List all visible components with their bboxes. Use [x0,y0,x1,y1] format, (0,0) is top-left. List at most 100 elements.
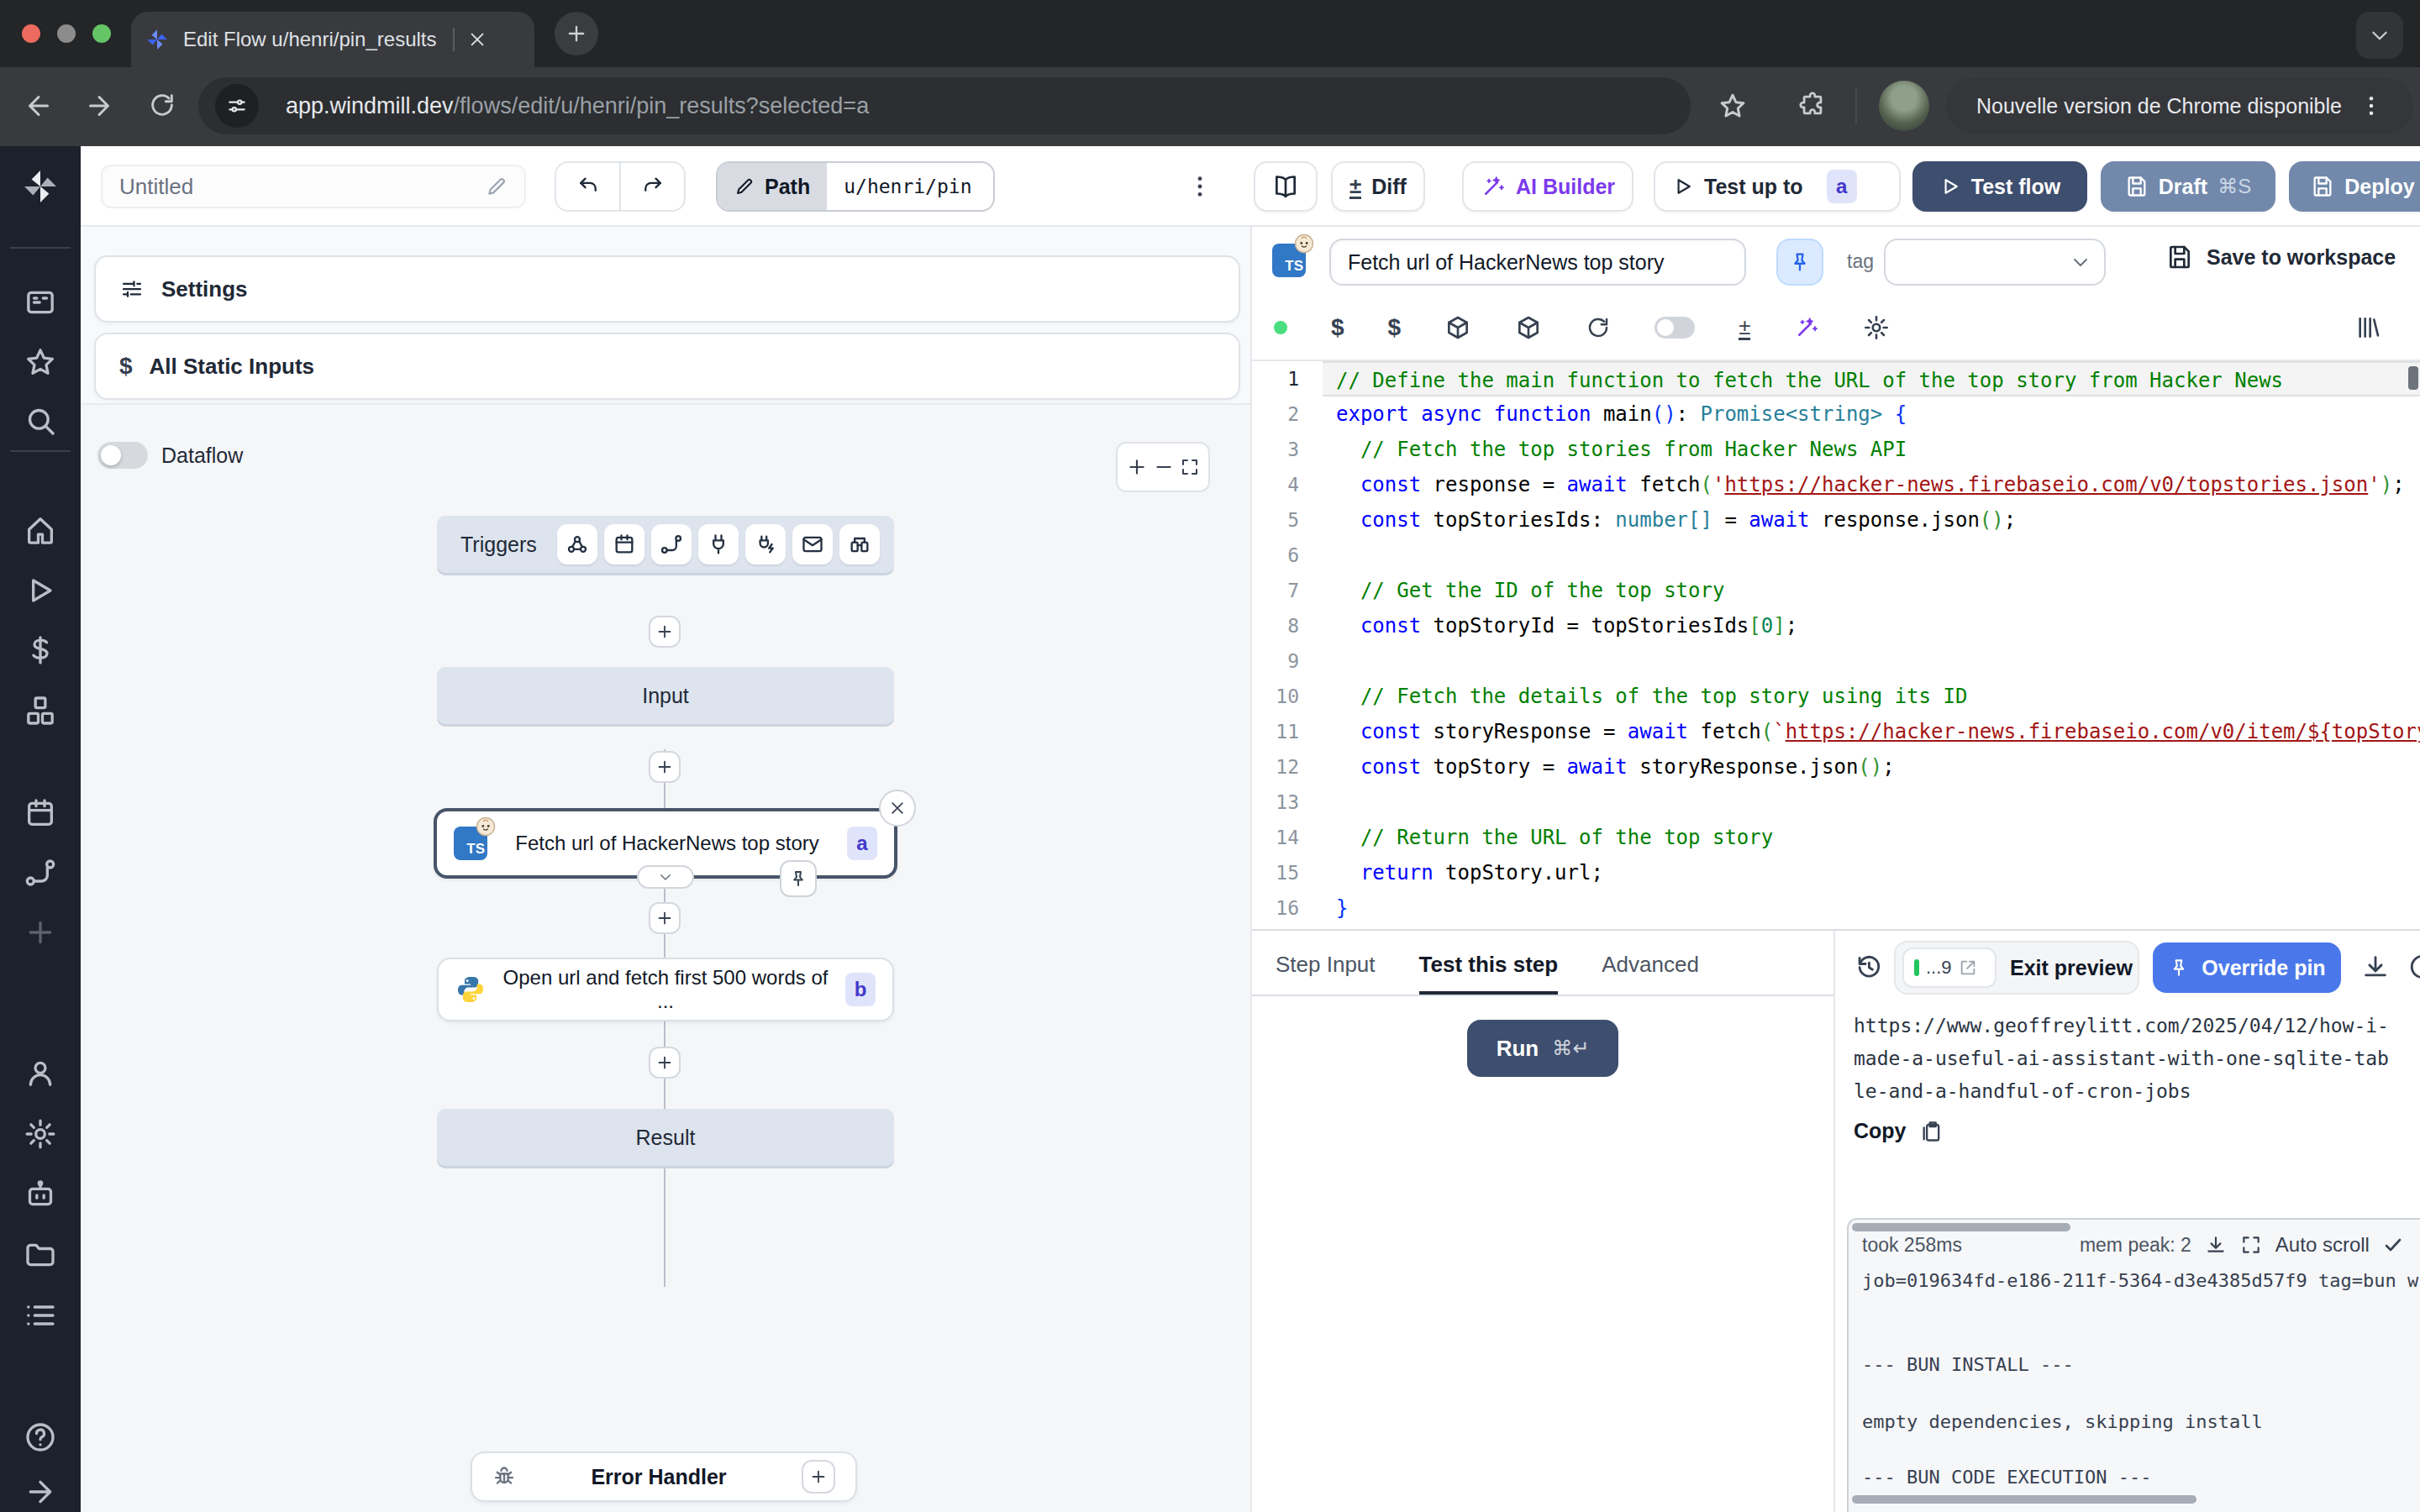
fit-view-icon[interactable] [1180,457,1200,477]
trigger-schedule-icon[interactable] [604,524,644,564]
result-value[interactable]: https://www.geoffreylitt.com/2025/04/12/… [1854,1010,2395,1108]
pin-step-button[interactable] [780,860,817,897]
diff-icon[interactable]: ± [1739,316,1750,340]
history-icon[interactable] [1854,953,1882,981]
sidebar-item-settings[interactable] [24,1117,57,1151]
triggers-node[interactable]: Triggers [437,516,894,573]
path-button[interactable]: Path [718,163,827,210]
tag-select[interactable] [1884,239,2106,286]
info-icon[interactable] [2408,953,2420,981]
log-scrollbar-top[interactable] [1852,1223,2070,1231]
override-pin-button[interactable]: Override pin [2153,942,2341,993]
flow-settings-row[interactable]: Settings [94,255,1240,323]
code-line-3[interactable]: 3 // Fetch the top stories from Hacker N… [1252,432,2420,467]
save-to-workspace-button[interactable]: Save to workspace [2166,244,2396,270]
trigger-webhook-icon[interactable] [557,524,597,564]
test-flow-button[interactable]: Test flow [1912,161,2087,212]
tab-advanced[interactable]: Advanced [1602,952,1699,995]
editor-toggle[interactable] [1655,317,1695,339]
code-line-10[interactable]: 10 // Fetch the details of the top story… [1252,679,2420,714]
back-icon[interactable] [24,91,54,121]
step-b-node[interactable]: Open url and fetch first 500 words of ..… [437,958,894,1021]
sidebar-item-schedules[interactable] [24,796,57,830]
code-line-15[interactable]: 15 return topStory.url; [1252,855,2420,890]
sidebar-item-help[interactable] [24,1420,57,1454]
sidebar-item-workers[interactable] [24,1178,57,1211]
ai-builder-button[interactable]: AI Builder [1462,161,1634,212]
code-line-4[interactable]: 4 const response = await fetch('https://… [1252,467,2420,502]
input-node[interactable]: Input [437,667,894,724]
sidebar-item-folders[interactable] [24,1238,57,1272]
package-icon[interactable] [1444,314,1471,341]
sidebar-item-search[interactable] [24,404,57,438]
copy-button[interactable]: Copy [1854,1119,1944,1143]
draft-button[interactable]: Draft⌘S [2101,161,2275,212]
deploy-button[interactable]: Deploy [2289,161,2420,212]
download-result-icon[interactable] [2361,953,2390,981]
chrome-update-button[interactable]: Nouvelle version de Chrome disponible [1946,77,2413,134]
variables-icon[interactable]: $ [1331,314,1344,341]
undo-button[interactable] [556,163,619,210]
exit-preview-button[interactable]: Exit preview [2010,956,2133,980]
sidebar-item-users[interactable] [24,1057,57,1090]
script-name-input[interactable]: Fetch url of HackerNews top story [1329,239,1746,286]
script-settings-icon[interactable] [1863,314,1890,341]
code-line-11[interactable]: 11 const storyResponse = await fetch(`ht… [1252,714,2420,749]
zoom-window-button[interactable] [92,24,111,43]
dataflow-toggle[interactable] [97,442,148,469]
trigger-scan-icon[interactable] [839,524,880,564]
tab-test-this-step[interactable]: Test this step [1419,952,1559,995]
flow-more-menu-icon[interactable] [1186,173,1213,200]
code-editor[interactable]: 1// Define the main function to fetch th… [1252,361,2420,929]
library-icon[interactable] [2354,314,2381,341]
trigger-plug-icon[interactable] [698,524,739,564]
pin-active-button[interactable] [1776,239,1823,286]
flow-canvas[interactable]: Dataflow Triggers Input TS Fetch url of … [81,403,1250,1512]
static-inputs-row[interactable]: $ All Static Inputs [94,333,1240,400]
trigger-email-icon[interactable] [792,524,833,564]
log-scrollbar-bottom[interactable] [1852,1495,2196,1504]
test-up-to-button[interactable]: Test up to a [1654,161,1901,212]
edit-name-icon[interactable] [486,176,508,197]
sidebar-item-variables[interactable] [24,633,57,667]
code-line-9[interactable]: 9 [1252,643,2420,679]
trigger-route-icon[interactable] [651,524,692,564]
add-step-button[interactable] [649,751,681,783]
windmill-logo[interactable] [20,166,60,207]
sidebar-item-favorites[interactable] [24,345,57,379]
redo-button[interactable] [621,163,684,210]
sidebar-item-audit-logs[interactable] [24,1299,57,1332]
add-step-button[interactable] [649,616,681,648]
trigger-plug-zap-icon[interactable] [745,524,786,564]
add-step-button[interactable] [649,1047,681,1079]
ai-assistant-icon[interactable] [1794,315,1819,340]
docs-button[interactable] [1254,161,1318,212]
forward-icon[interactable] [84,91,114,121]
log-panel[interactable]: took 258ms mem peak: 2 Auto scroll job=0… [1847,1218,2420,1512]
code-line-2[interactable]: 2export async function main(): Promise<s… [1252,396,2420,432]
zoom-in-icon[interactable] [1126,456,1148,478]
code-line-7[interactable]: 7 // Get the ID of the top story [1252,573,2420,608]
code-line-16[interactable]: 16} [1252,890,2420,926]
sidebar-item-workspaces[interactable] [24,286,57,319]
reload-icon[interactable] [148,91,176,119]
resources-icon[interactable]: $ [1388,314,1402,341]
code-line-14[interactable]: 14 // Return the URL of the top story [1252,820,2420,855]
add-step-button[interactable] [649,902,681,934]
result-node[interactable]: Result [437,1109,894,1166]
site-settings-button[interactable] [215,84,259,128]
extensions-icon[interactable] [1798,91,1827,119]
error-handler-node[interactable]: Error Handler [471,1452,857,1502]
sidebar-item-triggers[interactable] [24,856,57,890]
code-line-8[interactable]: 8 const topStoryId = topStoriesIds[0]; [1252,608,2420,643]
reload-icon[interactable] [1586,315,1611,340]
sidebar-item-home[interactable] [24,514,57,548]
code-line-5[interactable]: 5 const topStoriesIds: number[] = await … [1252,502,2420,538]
job-badge[interactable]: ...9 [1902,948,1996,988]
tab-step-input[interactable]: Step Input [1276,952,1376,995]
code-line-1[interactable]: 1// Define the main function to fetch th… [1252,361,2420,396]
delete-step-button[interactable] [879,790,916,827]
run-button[interactable]: Run⌘↵ [1467,1020,1618,1077]
add-error-handler-button[interactable] [802,1460,835,1494]
editor-scrollbar-thumb[interactable] [2408,366,2418,390]
